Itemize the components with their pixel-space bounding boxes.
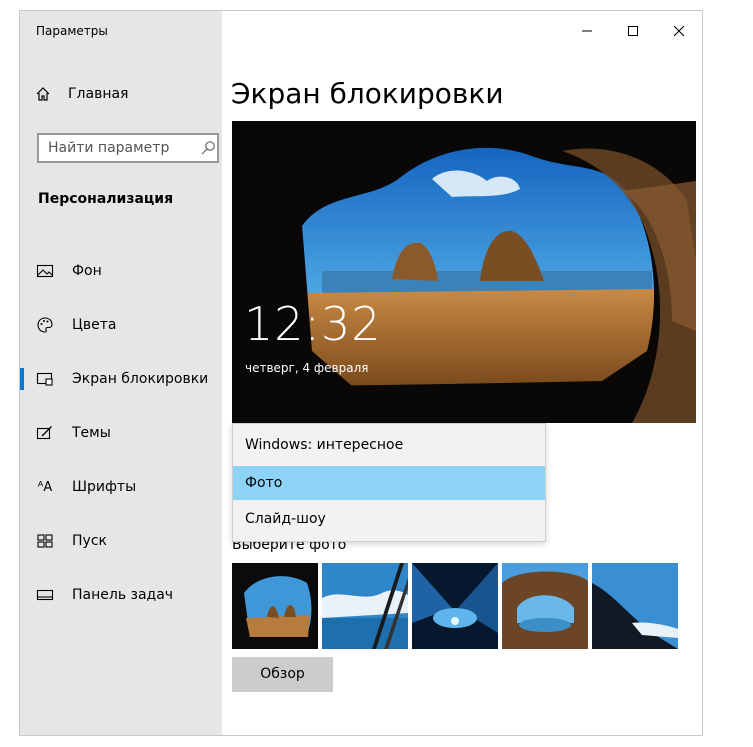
close-button[interactable] [656,11,702,51]
sidebar-item-background[interactable]: Фон [20,244,222,298]
lock-screen-preview: 12:32 четверг, 4 февраля [232,121,696,423]
thumbnail-cliff-sea[interactable] [592,563,678,649]
sidebar-item-taskbar[interactable]: Панель задач [20,568,222,622]
sidebar-item-label: Главная [68,86,129,102]
start-icon [36,532,54,550]
palette-icon [36,316,54,334]
sidebar-item-label: Пуск [72,533,107,549]
search-input[interactable] [39,140,198,156]
minimize-button[interactable] [564,11,610,51]
sidebar-item-label: Экран блокировки [72,371,209,387]
sidebar: Параметры Главная Персонализация Фон [20,11,222,735]
cave-beach-image [232,121,696,423]
dropdown-option-photo[interactable]: Фото [233,466,545,500]
section-title: Персонализация [38,191,174,207]
sidebar-item-themes[interactable]: Темы [20,406,222,460]
app-title: Параметры [36,24,108,38]
thumbnail-ice-cave[interactable] [412,563,498,649]
sidebar-nav: Фон Цвета Экран блокировки Темы ᴬA Шрифт… [20,244,222,622]
maximize-icon [628,26,638,36]
sidebar-item-label: Цвета [72,317,117,333]
taskbar-icon [36,586,54,604]
settings-window: Параметры Главная Персонализация Фон [19,10,703,736]
choose-photo-label: Выберите фото [232,542,347,553]
sidebar-item-home[interactable]: Главная [34,85,128,103]
sidebar-item-label: Темы [72,425,111,441]
browse-button[interactable]: Обзор [232,657,333,692]
minimize-icon [582,30,592,32]
sidebar-item-lock-screen[interactable]: Экран блокировки [20,352,222,406]
fonts-icon: ᴬA [37,479,53,495]
search-box[interactable] [37,133,219,163]
dropdown-option-slideshow[interactable]: Слайд-шоу [233,502,545,536]
themes-icon [36,424,54,442]
sidebar-item-label: Фон [72,263,102,279]
window-controls [564,11,702,51]
close-icon [673,25,685,37]
sidebar-item-start[interactable]: Пуск [20,514,222,568]
maximize-button[interactable] [610,11,656,51]
preview-clock: 12:32 [244,297,382,351]
home-icon [36,87,50,101]
dropdown-option-spotlight[interactable]: Windows: интересное [233,428,545,462]
thumbnail-rock-arch[interactable] [502,563,588,649]
sidebar-item-colors[interactable]: Цвета [20,298,222,352]
thumbnail-cave-beach[interactable] [232,563,318,649]
preview-date: четверг, 4 февраля [245,361,369,375]
page-title: Экран блокировки [231,77,504,110]
sidebar-item-label: Панель задач [72,587,174,603]
background-dropdown-list: Windows: интересное Фото Слайд-шоу [232,423,546,542]
sidebar-item-label: Шрифты [72,479,137,495]
search-icon[interactable] [200,140,216,156]
lock-screen-icon [36,370,54,388]
thumbnail-glass-sky[interactable] [322,563,408,649]
sidebar-item-fonts[interactable]: ᴬA Шрифты [20,460,222,514]
picture-icon [36,262,54,280]
photo-thumbnails [232,563,678,649]
